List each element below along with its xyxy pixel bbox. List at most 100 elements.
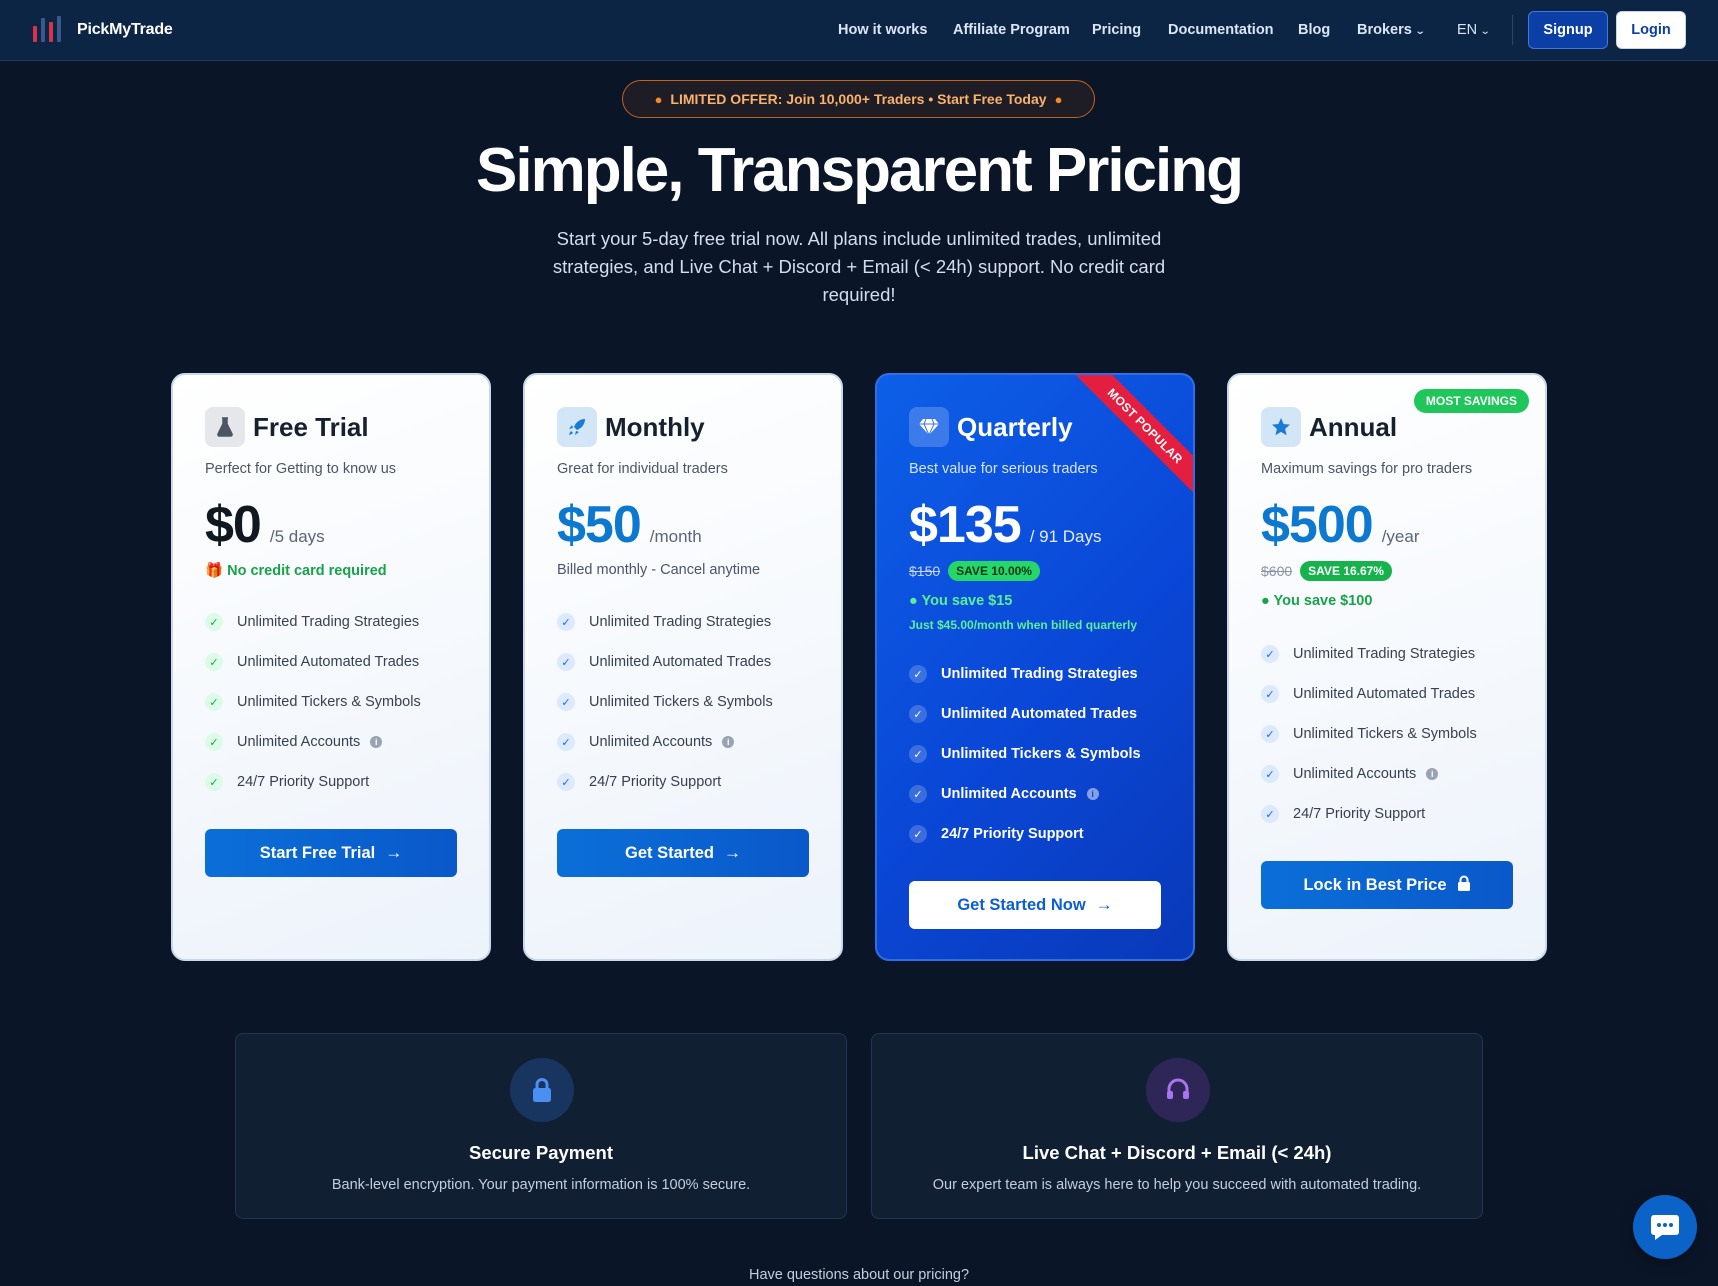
plan-name: Monthly — [605, 411, 705, 442]
check-icon: ✓ — [557, 693, 575, 711]
list-item: ✓ 24/7 Priority Support — [909, 814, 1141, 854]
fire-icon: ● — [1054, 91, 1063, 107]
billing-note: Billed monthly - Cancel anytime — [557, 562, 761, 578]
nav-pricing[interactable]: Pricing — [1092, 22, 1141, 38]
info-description: Our expert team is always here to help y… — [932, 1177, 1422, 1193]
original-price: $150 — [909, 563, 941, 579]
nav-affiliate-program[interactable]: Affiliate Program — [953, 22, 1070, 38]
chevron-down-icon: ⌄ — [1414, 26, 1426, 37]
plan-description: Great for individual traders — [557, 461, 728, 477]
list-item: ✓ 24/7 Priority Support — [557, 762, 773, 802]
you-save-note: ● You save $100 — [1261, 593, 1373, 609]
info-title: Live Chat + Discord + Email (< 24h) — [1022, 1142, 1332, 1163]
pricing-questions-text: Have questions about our pricing? — [748, 1267, 970, 1283]
most-popular-ribbon: MOST POPULAR — [1072, 375, 1193, 499]
plan-description: Perfect for Getting to know us — [205, 461, 397, 477]
check-icon: ✓ — [1261, 685, 1279, 703]
signup-button[interactable]: Signup — [1528, 11, 1608, 49]
list-item: ✓ Unlimited Automated Trades — [909, 694, 1141, 734]
top-nav: PickMyTrade How it works Affiliate Progr… — [0, 0, 1718, 61]
page-subtitle: Start your 5-day free trial now. All pla… — [552, 228, 1166, 305]
nav-documentation[interactable]: Documentation — [1168, 22, 1274, 38]
check-icon: ✓ — [557, 653, 575, 671]
plan-description: Maximum savings for pro traders — [1261, 461, 1473, 477]
check-icon: ✓ — [1261, 725, 1279, 743]
check-icon: ✓ — [1261, 765, 1279, 783]
check-icon: ✓ — [557, 773, 575, 791]
gem-icon — [909, 407, 949, 447]
get-started-button[interactable]: Get Started → — [557, 829, 809, 877]
check-icon: ✓ — [909, 665, 927, 683]
arrow-right-icon: → — [385, 843, 403, 862]
login-button[interactable]: Login — [1616, 11, 1686, 49]
check-icon: ✓ — [205, 733, 223, 751]
list-item: ✓ Unlimited Automated Trades — [205, 642, 421, 682]
list-item: ✓ Unlimited Automated Trades — [557, 642, 773, 682]
secure-payment-box: Secure Payment Bank-level encryption. Yo… — [235, 1033, 847, 1219]
list-item: ✓ Unlimited Tickers & Symbols — [909, 734, 1141, 774]
plan-price: $500 — [1261, 496, 1374, 554]
feature-list: ✓ Unlimited Trading Strategies ✓ Unlimited… — [205, 602, 421, 802]
support-box: Live Chat + Discord + Email (< 24h) Our … — [871, 1033, 1483, 1219]
chat-button[interactable] — [1633, 1195, 1697, 1259]
list-item: ✓ Unlimited Tickers & Symbols — [205, 682, 421, 722]
lock-in-best-price-button[interactable]: Lock in Best Price — [1261, 861, 1513, 909]
plan-price: $135 — [909, 496, 1022, 554]
start-free-trial-button[interactable]: Start Free Trial → — [205, 829, 457, 877]
info-icon[interactable]: i — [722, 736, 735, 748]
offer-text: LIMITED OFFER: Join 10,000+ Traders • St… — [670, 91, 1047, 107]
check-icon: ✓ — [557, 733, 575, 751]
plan-price: $50 — [557, 496, 642, 554]
gift-icon: 🎁 — [205, 563, 224, 579]
plan-price: $0 — [205, 496, 262, 554]
limited-offer-banner: ● LIMITED OFFER: Join 10,000+ Traders • … — [622, 80, 1095, 118]
info-icon[interactable]: i — [1086, 788, 1099, 800]
check-icon: ✓ — [205, 773, 223, 791]
plan-card-annual: MOST SAVINGS Annual Maximum savings for … — [1227, 373, 1547, 961]
nav-brokers-label: Brokers — [1357, 22, 1412, 38]
info-icon[interactable]: i — [1426, 768, 1439, 780]
info-title: Secure Payment — [469, 1142, 613, 1163]
check-icon: ✓ — [909, 785, 927, 803]
plan-period: /year — [1381, 527, 1420, 546]
plan-name: Annual — [1309, 411, 1398, 442]
check-icon: ✓ — [1261, 805, 1279, 823]
plan-period: /month — [649, 527, 702, 546]
language-selector[interactable]: EN ⌄ — [1457, 22, 1491, 38]
plan-card-monthly: Monthly Great for individual traders $50… — [523, 373, 843, 961]
list-item: ✓ Unlimited Accounts i — [205, 722, 421, 762]
nav-blog[interactable]: Blog — [1298, 22, 1330, 38]
plan-card-quarterly: MOST POPULAR Quarterly Best value for se… — [875, 373, 1195, 961]
piggy-bank-icon: ● — [909, 593, 918, 609]
list-item: ✓ Unlimited Trading Strategies — [909, 654, 1141, 694]
info-icon[interactable]: i — [370, 736, 383, 748]
list-item: ✓ Unlimited Automated Trades — [1261, 674, 1477, 714]
feature-list: ✓ Unlimited Trading Strategies ✓ Unlimited… — [1261, 634, 1477, 834]
per-month-note: Just $45.00/month when billed quarterly — [909, 618, 1138, 632]
check-icon: ✓ — [909, 705, 927, 723]
plan-name: Free Trial — [253, 411, 369, 442]
list-item: ✓ 24/7 Priority Support — [205, 762, 421, 802]
list-item: ✓ Unlimited Trading Strategies — [205, 602, 421, 642]
logo-mark-icon — [33, 16, 67, 44]
list-item: ✓ Unlimited Trading Strategies — [557, 602, 773, 642]
get-started-now-button[interactable]: Get Started Now → — [909, 881, 1161, 929]
list-item: ✓ 24/7 Priority Support — [1261, 794, 1477, 834]
nav-brokers-dropdown[interactable]: Brokers ⌄ — [1357, 22, 1426, 38]
list-item: ✓ Unlimited Trading Strategies — [1261, 634, 1477, 674]
brand-logo[interactable]: PickMyTrade — [33, 16, 173, 44]
chevron-down-icon: ⌄ — [1479, 26, 1491, 37]
list-item: ✓ Unlimited Tickers & Symbols — [1261, 714, 1477, 754]
plan-period: /5 days — [269, 527, 325, 546]
check-icon: ✓ — [205, 653, 223, 671]
plan-card-free-trial: Free Trial Perfect for Getting to know u… — [171, 373, 491, 961]
save-badge: SAVE 10.00% — [948, 561, 1040, 581]
original-price: $600 — [1261, 563, 1293, 579]
check-icon: ✓ — [205, 693, 223, 711]
plan-period: / 91 Days — [1029, 527, 1102, 546]
check-icon: ✓ — [909, 745, 927, 763]
fire-icon: ● — [654, 91, 663, 107]
nav-divider — [1512, 15, 1513, 45]
nav-how-it-works[interactable]: How it works — [838, 22, 927, 38]
lock-icon — [1457, 875, 1471, 896]
